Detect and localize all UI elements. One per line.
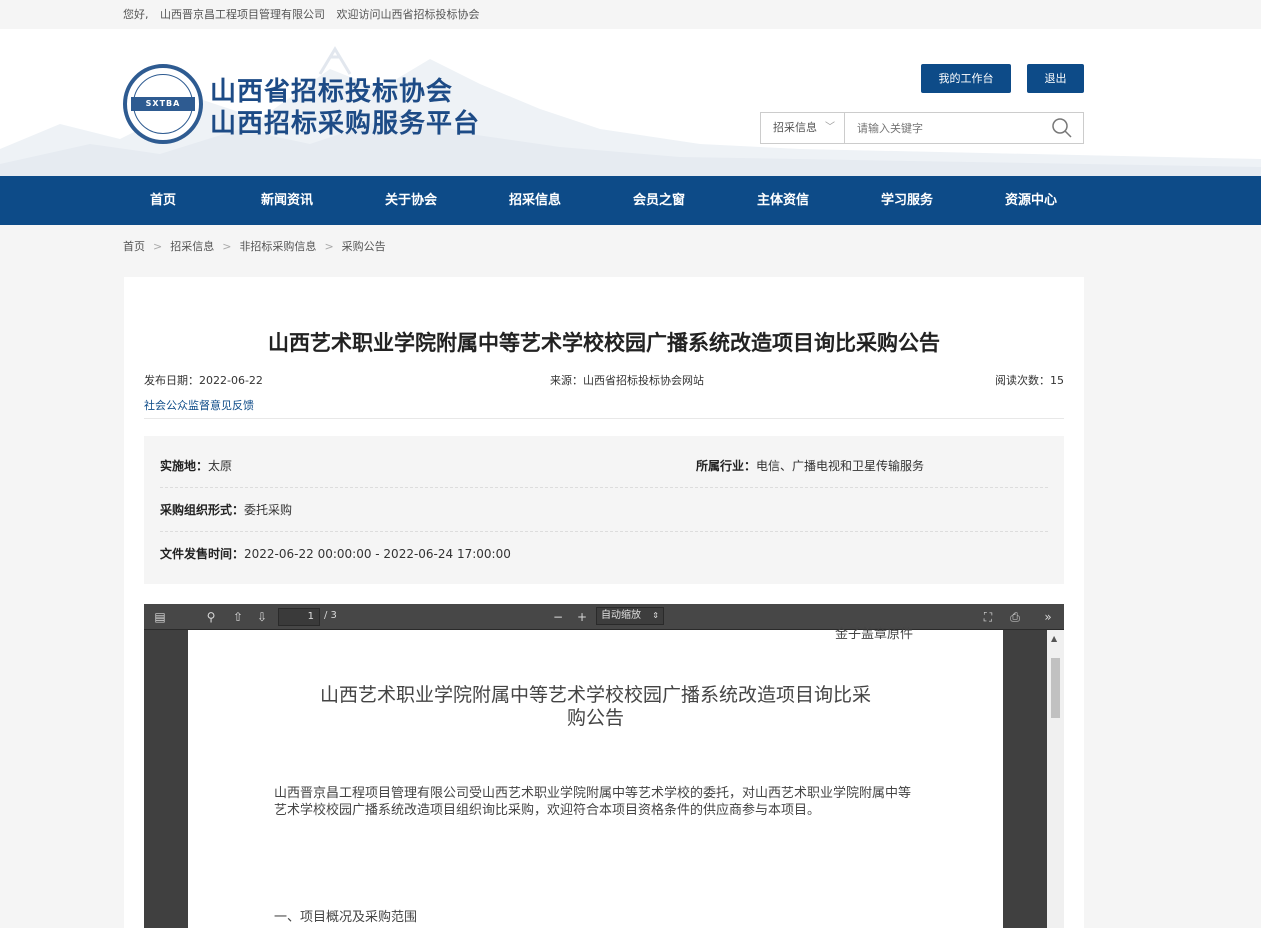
search-icon[interactable] — [1051, 117, 1073, 139]
search-category-label: 招采信息 — [773, 121, 817, 134]
logo-badge: SXTBA — [131, 97, 195, 111]
pdf-toolbar: ▤ ⚲ ⇧ ⇩ 1 / 3 − + 自动缩放 ⇕ ⛶ ⎙ » — [144, 604, 1064, 630]
main-nav: 首页 新闻资讯 关于协会 招采信息 会员之窗 主体资信 学习服务 资源中心 — [0, 176, 1261, 225]
read-count: 阅读次数：15 — [995, 374, 1064, 387]
article-source: 来源：山西省招标投标协会网站 — [550, 374, 704, 387]
logout-button[interactable]: 退出 — [1027, 64, 1084, 93]
nav-item-resources[interactable]: 资源中心 — [981, 176, 1081, 225]
pdf-viewer: ▤ ⚲ ⇧ ⇩ 1 / 3 − + 自动缩放 ⇕ ⛶ ⎙ » 金子盖章原件 山西… — [144, 604, 1064, 928]
fullscreen-icon[interactable]: ⛶ — [980, 609, 996, 625]
nav-item-learning[interactable]: 学习服务 — [857, 176, 957, 225]
page-count: / 3 — [324, 610, 337, 621]
previous-page-icon[interactable]: ⇧ — [230, 609, 246, 625]
nav-item-procurement[interactable]: 招采信息 — [485, 176, 585, 225]
sale-time-field: 文件发售时间：2022-06-22 00:00:00 - 2022-06-24 … — [160, 532, 511, 576]
divider — [144, 418, 1064, 419]
page-number-input[interactable]: 1 — [278, 608, 320, 626]
zoom-in-icon[interactable]: + — [574, 609, 590, 625]
nav-item-about[interactable]: 关于协会 — [361, 176, 461, 225]
sale-time-label: 文件发售时间： — [160, 547, 245, 561]
breadcrumb-separator-icon: > — [324, 240, 334, 253]
search-bar: 招采信息 ﹀ — [760, 112, 1084, 144]
pdf-section-heading: 一、项目概况及采购范围 — [274, 910, 418, 925]
greeting-text: 您好, — [123, 8, 149, 21]
breadcrumb-current[interactable]: 采购公告 — [342, 240, 386, 253]
location-field: 实施地：太原 — [160, 444, 232, 488]
org-form-value: 委托采购 — [244, 503, 293, 517]
feedback-link[interactable]: 社会公众监督意见反馈 — [144, 397, 254, 413]
article-title: 山西艺术职业学院附属中等艺术学校校园广播系统改造项目询比采购公告 — [268, 331, 940, 355]
nav-item-home[interactable]: 首页 — [113, 176, 213, 225]
site-title-line2: 山西招标采购服务平台 — [210, 109, 481, 139]
top-bar: 您好, 山西晋京昌工程项目管理有限公司 欢迎访问山西省招标投标协会 — [0, 0, 1261, 29]
pdf-intro-paragraph: 山西晋京昌工程项目管理有限公司受山西艺术职业学院附属中等艺术学校的委托，对山西艺… — [274, 786, 912, 818]
location-value: 太原 — [208, 459, 233, 473]
industry-label: 所属行业： — [696, 459, 757, 473]
industry-value: 电信、广播电视和卫星传输服务 — [756, 459, 925, 473]
zoom-select[interactable]: 自动缩放 ⇕ — [596, 607, 664, 625]
select-arrows-icon: ⇕ — [652, 611, 659, 620]
site-logo[interactable]: SXTBA — [123, 64, 203, 144]
info-row-sale-time: 文件发售时间：2022-06-22 00:00:00 - 2022-06-24 … — [160, 532, 1048, 576]
location-label: 实施地： — [160, 459, 209, 473]
org-form-field: 采购组织形式：委托采购 — [160, 488, 292, 532]
breadcrumb: 首页 > 招采信息 > 非招标采购信息 > 采购公告 — [123, 238, 386, 254]
next-page-icon[interactable]: ⇩ — [254, 609, 270, 625]
chevron-down-icon: ﹀ — [825, 122, 835, 133]
nav-item-members[interactable]: 会员之窗 — [609, 176, 709, 225]
pdf-page: 金子盖章原件 山西艺术职业学院附属中等艺术学校校园广播系统改造项目询比采 购公告… — [188, 627, 1003, 928]
breadcrumb-non-tender[interactable]: 非招标采购信息 — [239, 240, 316, 253]
publish-date: 发布日期：2022-06-22 — [144, 374, 263, 387]
search-category-select[interactable]: 招采信息 ﹀ — [761, 113, 845, 143]
zoom-out-icon[interactable]: − — [550, 609, 566, 625]
top-bar-text: 您好, 山西晋京昌工程项目管理有限公司 欢迎访问山西省招标投标协会 — [123, 6, 488, 22]
breadcrumb-procurement[interactable]: 招采信息 — [170, 240, 214, 253]
info-row-location: 实施地：太原 所属行业：电信、广播电视和卫星传输服务 — [160, 444, 1048, 488]
print-icon[interactable]: ⎙ — [1007, 609, 1023, 625]
search-input[interactable] — [847, 113, 1037, 143]
sidebar-toggle-icon[interactable]: ▤ — [152, 609, 168, 625]
org-form-label: 采购组织形式： — [160, 503, 245, 517]
breadcrumb-home[interactable]: 首页 — [123, 240, 145, 253]
breadcrumb-separator-icon: > — [153, 240, 163, 253]
pdf-title-line2: 购公告 — [566, 707, 624, 729]
company-name: 山西晋京昌工程项目管理有限公司 — [160, 8, 325, 21]
article-card: 山西艺术职业学院附属中等艺术学校校园广播系统改造项目询比采购公告 发布日期：20… — [124, 277, 1084, 928]
welcome-text: 欢迎访问山西省招标投标协会 — [336, 8, 480, 21]
more-tools-icon[interactable]: » — [1040, 609, 1056, 625]
zoom-select-value: 自动缩放 — [601, 610, 641, 621]
pdf-title-line1: 山西艺术职业学院附属中等艺术学校校园广播系统改造项目询比采 — [319, 684, 871, 706]
find-icon[interactable]: ⚲ — [203, 609, 219, 625]
nav-item-news[interactable]: 新闻资讯 — [237, 176, 337, 225]
project-info-box: 实施地：太原 所属行业：电信、广播电视和卫星传输服务 采购组织形式：委托采购 文… — [144, 436, 1064, 584]
nav-item-credit[interactable]: 主体资信 — [733, 176, 833, 225]
site-header: SXTBA 山西省招标投标协会 山西招标采购服务平台 我的工作台 退出 招采信息… — [0, 29, 1261, 176]
info-row-org-form: 采购组织形式：委托采购 — [160, 488, 1048, 532]
breadcrumb-separator-icon: > — [222, 240, 232, 253]
workbench-button[interactable]: 我的工作台 — [921, 64, 1011, 93]
sale-time-value: 2022-06-22 00:00:00 - 2022-06-24 17:00:0… — [244, 547, 511, 561]
scroll-up-icon[interactable]: ▲ — [1051, 634, 1057, 643]
pdf-scrollbar[interactable]: ▲ — [1047, 630, 1064, 928]
pdf-document-title: 山西艺术职业学院附属中等艺术学校校园广播系统改造项目询比采 购公告 — [268, 684, 923, 730]
pdf-top-cut-text: 金子盖章原件 — [834, 627, 913, 642]
industry-field: 所属行业：电信、广播电视和卫星传输服务 — [696, 444, 924, 488]
scrollbar-thumb[interactable] — [1051, 658, 1060, 718]
